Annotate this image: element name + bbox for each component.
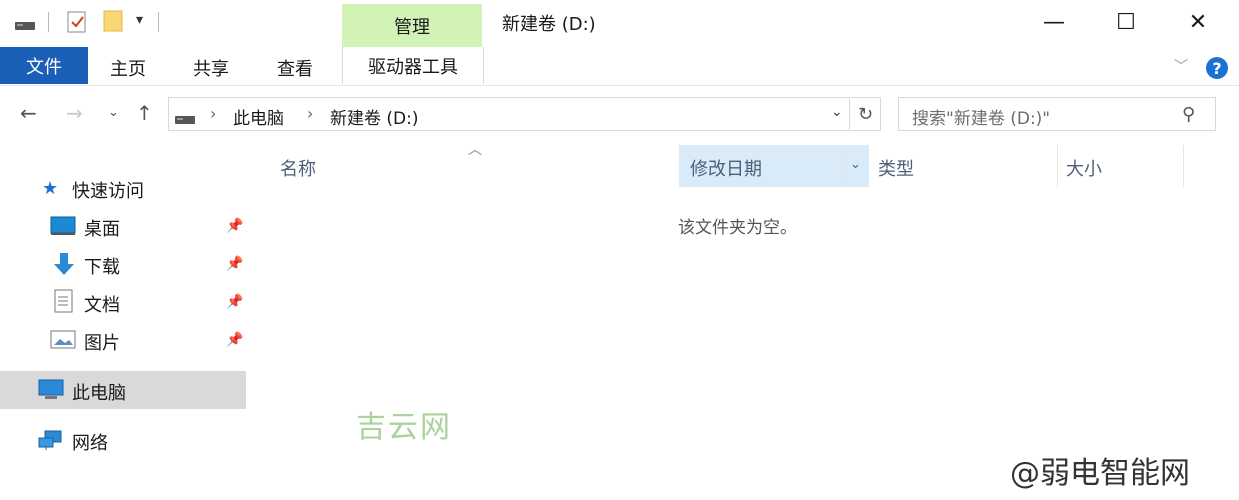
pin-icon[interactable]: 📌 <box>226 332 243 348</box>
minimize-button[interactable]: — <box>1018 0 1090 44</box>
breadcrumb-chevron-icon[interactable]: › <box>307 104 313 123</box>
maximize-button[interactable]: ☐ <box>1090 0 1162 44</box>
customize-qat-icon[interactable]: ▾ <box>136 12 143 28</box>
window-title: 新建卷 (D:) <box>502 14 596 35</box>
address-dropdown-icon[interactable]: ⌄ <box>831 104 843 120</box>
download-arrow-icon <box>52 251 76 281</box>
pin-icon[interactable]: 📌 <box>226 294 243 310</box>
toolbar-divider <box>158 12 159 32</box>
search-placeholder: 搜索"新建卷 (D:)" <box>912 109 1051 129</box>
search-icon[interactable]: ⚲ <box>1182 104 1195 125</box>
breadcrumb-this-pc[interactable]: 此电脑 <box>233 104 284 129</box>
nav-item-pictures[interactable]: 图片 <box>84 329 120 355</box>
star-icon: ★ <box>42 178 59 199</box>
column-header-type[interactable]: 类型 <box>878 155 914 181</box>
watermark-jiyun: 吉云网 <box>356 410 452 445</box>
column-header-date-modified[interactable]: 修改日期 <box>690 155 762 181</box>
properties-icon[interactable] <box>66 10 88 38</box>
breadcrumb-chevron-icon[interactable]: › <box>210 104 216 123</box>
manage-context-tab[interactable]: 管理 <box>342 13 482 39</box>
tab-home[interactable]: 主页 <box>110 55 146 81</box>
nav-item-documents[interactable]: 文档 <box>84 291 120 317</box>
sort-ascending-icon: ︿ <box>468 142 482 158</box>
pin-icon[interactable]: 📌 <box>226 218 243 234</box>
drive-icon <box>174 110 196 129</box>
nav-quick-access[interactable]: 快速访问 <box>72 177 144 203</box>
forward-arrow-icon[interactable]: → <box>66 101 83 125</box>
nav-this-pc[interactable]: 此电脑 <box>72 379 126 405</box>
up-arrow-icon[interactable]: ↑ <box>136 101 153 125</box>
column-divider[interactable] <box>1057 145 1058 187</box>
help-icon[interactable]: ? <box>1206 57 1228 79</box>
recent-locations-icon[interactable]: ⌄ <box>108 105 119 120</box>
column-divider[interactable] <box>1183 145 1184 187</box>
document-icon <box>54 289 74 317</box>
ribbon-tab-bar <box>0 45 1239 86</box>
close-button[interactable]: ✕ <box>1162 0 1234 44</box>
toolbar-divider <box>48 12 49 32</box>
new-folder-icon[interactable] <box>102 9 124 37</box>
quick-access-toolbar: ▾ <box>0 0 340 45</box>
column-divider[interactable] <box>845 145 846 187</box>
column-header-name[interactable]: 名称 <box>280 155 316 181</box>
pin-icon[interactable]: 📌 <box>226 256 243 272</box>
empty-folder-message: 该文件夹为空。 <box>678 218 797 238</box>
column-header-size[interactable]: 大小 <box>1066 155 1102 181</box>
column-filter-dropdown-icon[interactable]: ⌄ <box>850 157 861 172</box>
drive-icon[interactable] <box>14 16 36 35</box>
expand-ribbon-icon[interactable]: ﹀ <box>1174 56 1188 76</box>
network-icon <box>38 429 64 455</box>
breadcrumb-drive-d[interactable]: 新建卷 (D:) <box>330 104 419 129</box>
nav-network[interactable]: 网络 <box>72 429 108 455</box>
tab-share[interactable]: 共享 <box>193 55 229 81</box>
tab-view[interactable]: 查看 <box>277 55 313 81</box>
pictures-icon <box>50 330 76 354</box>
nav-item-desktop[interactable]: 桌面 <box>84 215 120 241</box>
nav-item-downloads[interactable]: 下载 <box>84 253 120 279</box>
watermark-ruodian: @弱电智能网 <box>1010 456 1190 491</box>
computer-icon <box>38 379 64 405</box>
back-arrow-icon[interactable]: ← <box>20 101 37 125</box>
tab-drive-tools[interactable]: 驱动器工具 <box>342 47 484 84</box>
desktop-icon <box>50 216 76 240</box>
refresh-icon[interactable]: ↻ <box>851 97 881 131</box>
tab-file[interactable]: 文件 <box>0 47 88 84</box>
